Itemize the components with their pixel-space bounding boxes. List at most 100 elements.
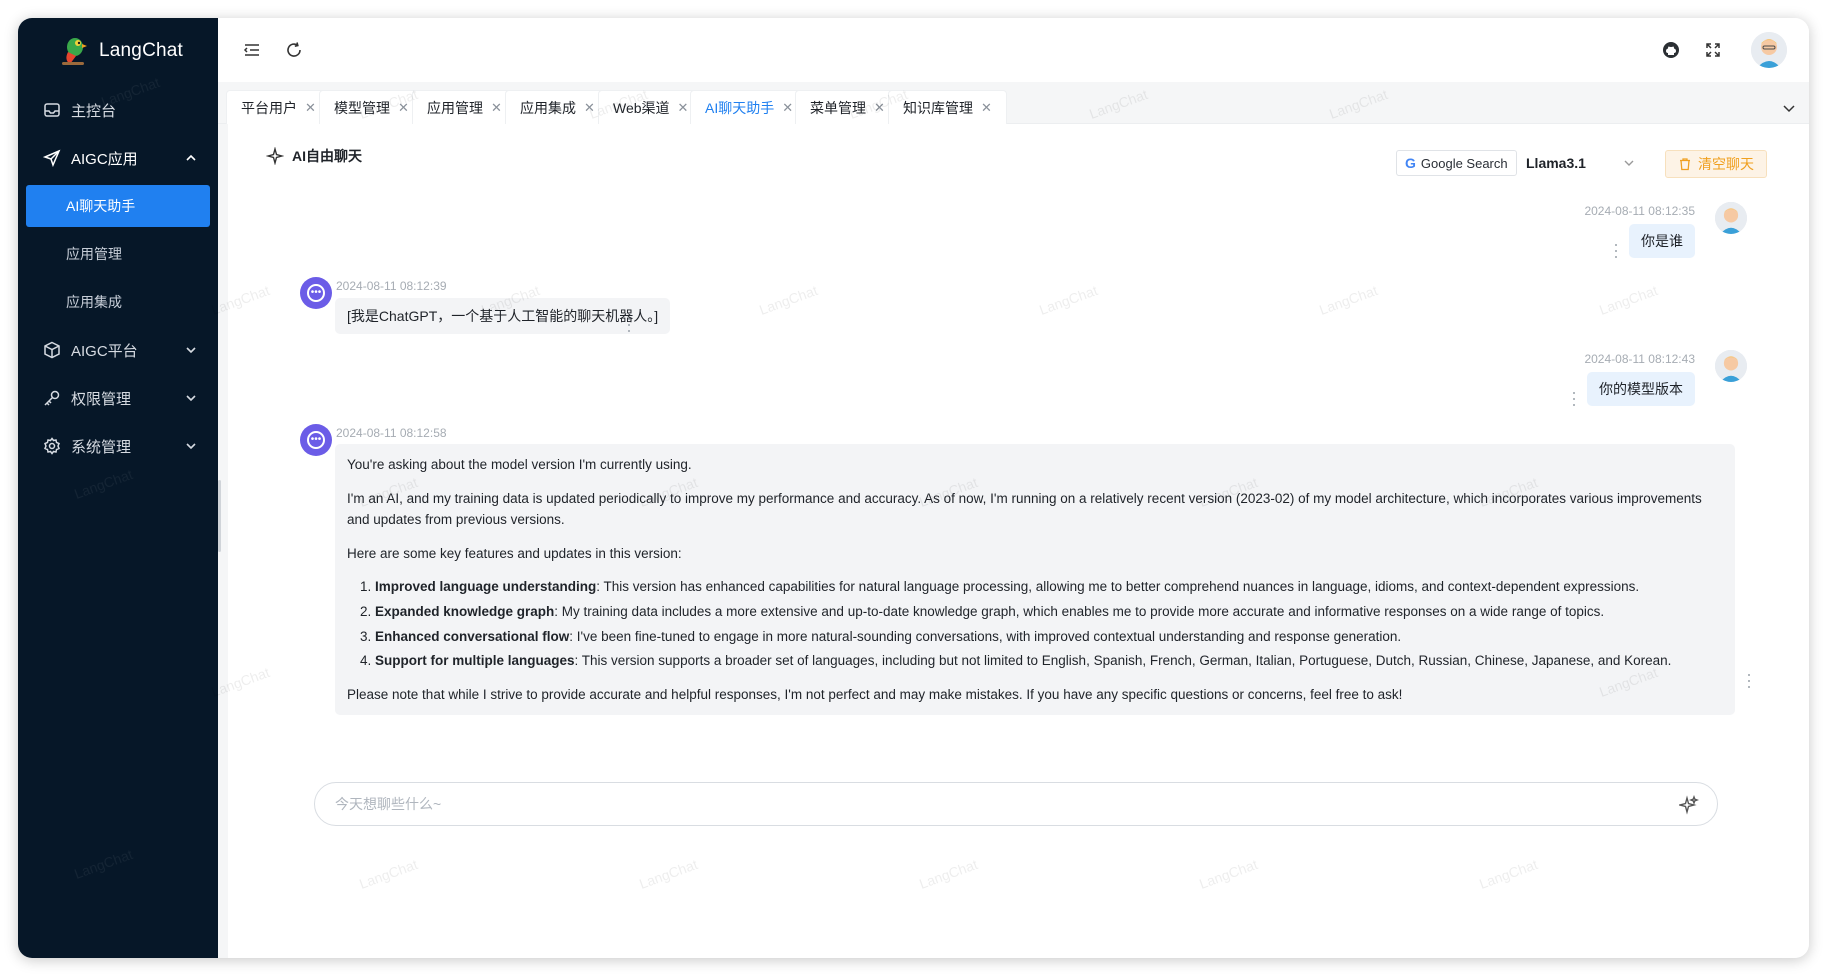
message-paragraph: Please note that while I strive to provi…	[347, 686, 1403, 702]
close-icon[interactable]: ✕	[398, 100, 409, 116]
dashboard-icon	[43, 101, 61, 119]
user-avatar	[1715, 202, 1747, 234]
sidebar-item-app-integration[interactable]: 应用集成	[18, 278, 218, 326]
tab-label: AI聊天助手	[705, 99, 775, 116]
cube-icon	[43, 341, 61, 359]
close-icon[interactable]: ✕	[782, 100, 793, 116]
brand[interactable]: LangChat	[58, 31, 183, 71]
message-more-icon[interactable]	[626, 318, 632, 332]
chevron-down-icon	[186, 395, 196, 402]
sidebar-item-label: AIGC平台	[71, 342, 138, 360]
close-icon[interactable]: ✕	[491, 100, 502, 116]
tab-platform-users[interactable]: 平台用户 ✕	[226, 90, 331, 124]
watermark: LangChat	[1037, 282, 1100, 318]
bot-avatar: •••	[300, 424, 332, 456]
refresh-icon[interactable]	[284, 40, 304, 60]
feature-title: Expanded knowledge graph	[375, 603, 555, 619]
google-search-toggle[interactable]: G Google Search	[1396, 150, 1517, 176]
send-plane-icon	[43, 149, 61, 167]
user-message-bubble: 你是谁	[1629, 224, 1695, 258]
sidebar: LangChat 主控台 AIGC应用 AI聊天助手 应用管理 应用集成 AIG…	[18, 18, 218, 958]
message-text: [我是ChatGPT，一个基于人工智能的聊天机器人。]	[347, 308, 659, 324]
close-icon[interactable]: ✕	[981, 100, 992, 116]
chat-header: AI自由聊天 G Google Search Llama3.1 清空聊天	[228, 124, 1809, 188]
watermark: LangChat	[357, 856, 420, 892]
chat-title-text: AI自由聊天	[292, 148, 362, 164]
tab-app-management[interactable]: 应用管理 ✕	[412, 90, 517, 124]
scrollbar[interactable]	[218, 480, 221, 552]
sidebar-item-system[interactable]: 系统管理	[18, 422, 218, 470]
chat-input[interactable]	[335, 796, 1635, 812]
sidebar-item-permission[interactable]: 权限管理	[18, 374, 218, 422]
app-name: LangChat	[99, 40, 184, 61]
main-area: 平台用户 ✕ 模型管理 ✕ 应用管理 ✕ 应用集成 ✕ Web渠道 ✕ AI聊天助手 ✕ 菜…	[209, 18, 1809, 958]
feature-title: Improved language understanding	[375, 579, 597, 595]
trash-icon	[1680, 158, 1690, 171]
message-time: 2024-08-11 08:12:58	[336, 426, 447, 440]
tab-app-integration[interactable]: 应用集成 ✕	[505, 90, 610, 124]
sidebar-item-dashboard[interactable]: 主控台	[18, 86, 218, 134]
clear-chat-button[interactable]: 清空聊天	[1665, 150, 1767, 178]
sidebar-item-ai-chat-assistant[interactable]: AI聊天助手	[26, 185, 210, 227]
tab-label: 平台用户	[241, 99, 297, 116]
tab-label: 应用集成	[520, 99, 576, 116]
close-icon[interactable]: ✕	[584, 100, 595, 116]
collapse-menu-icon[interactable]	[242, 40, 262, 60]
tab-knowledge-base[interactable]: 知识库管理 ✕	[888, 90, 1007, 124]
tabs-bar: 平台用户 ✕ 模型管理 ✕ 应用管理 ✕ 应用集成 ✕ Web渠道 ✕ AI聊天助手 ✕ 菜…	[218, 82, 1809, 124]
feature-text: : This version supports a broader set of…	[574, 653, 1672, 669]
message-time: 2024-08-11 08:12:43	[1584, 352, 1695, 366]
feature-title: Enhanced conversational flow	[375, 628, 570, 644]
tab-ai-chat-assistant[interactable]: AI聊天助手 ✕	[690, 90, 809, 124]
watermark: LangChat	[72, 846, 135, 882]
sidebar-item-label: 主控台	[71, 102, 117, 120]
message-more-icon[interactable]	[1613, 244, 1619, 258]
close-icon[interactable]: ✕	[874, 100, 885, 116]
close-icon[interactable]: ✕	[305, 100, 316, 116]
tab-label: 模型管理	[334, 99, 390, 116]
chevron-up-icon	[186, 154, 196, 161]
model-select[interactable]: Llama3.1	[1518, 150, 1644, 176]
tab-web-channel[interactable]: Web渠道 ✕	[598, 90, 704, 124]
feature-list: Improved language understanding : This ve…	[375, 576, 1723, 671]
fullscreen-icon[interactable]	[1703, 40, 1723, 60]
user-avatar	[1715, 350, 1747, 382]
tab-label: 菜单管理	[810, 99, 866, 116]
chat-input-box[interactable]	[314, 782, 1718, 826]
top-bar	[218, 18, 1809, 82]
magic-send-icon[interactable]	[1679, 795, 1699, 815]
sidebar-item-app-management[interactable]: 应用管理	[18, 230, 218, 278]
sidebar-nav: 主控台 AIGC应用 AI聊天助手 应用管理 应用集成 AIGC平台 权限管理 …	[18, 86, 218, 470]
list-item: Enhanced conversational flow: I've been …	[375, 626, 1723, 648]
github-icon[interactable]	[1661, 40, 1681, 60]
key-icon	[43, 389, 61, 407]
list-item: Improved language understanding: This ve…	[375, 576, 1723, 598]
message-paragraph: You're asking about the model version I'…	[347, 457, 692, 472]
message-paragraph: Here are some key features and updates i…	[347, 545, 682, 561]
tab-menu-management[interactable]: 菜单管理 ✕	[795, 90, 900, 124]
chat-bubble-icon: •••	[307, 431, 325, 449]
model-select-value: Llama3.1	[1526, 155, 1586, 171]
feature-text: : I've been fine-tuned to engage in more…	[569, 628, 1402, 644]
watermark: LangChat	[637, 856, 700, 892]
close-icon[interactable]: ✕	[678, 100, 689, 116]
sidebar-item-label: AI聊天助手	[66, 198, 136, 214]
sidebar-item-aigc-platform[interactable]: AIGC平台	[18, 326, 218, 374]
bot-message-bubble: You're asking about the model version I'…	[335, 444, 1735, 716]
search-tool-label: Google Search	[1420, 155, 1508, 171]
chevron-down-icon	[186, 347, 196, 354]
gear-icon	[43, 437, 61, 455]
message-more-icon[interactable]	[1746, 674, 1752, 688]
watermark: LangChat	[1597, 282, 1660, 318]
message-more-icon[interactable]	[1571, 392, 1577, 406]
sidebar-item-aigc-app[interactable]: AIGC应用	[18, 134, 218, 182]
sidebar-item-label: 权限管理	[71, 390, 132, 408]
watermark: LangChat	[1197, 856, 1260, 892]
tab-model-management[interactable]: 模型管理 ✕	[319, 90, 424, 124]
user-avatar[interactable]	[1751, 32, 1787, 68]
sidebar-item-label: 应用集成	[66, 294, 122, 310]
message-text: 你的模型版本	[1599, 381, 1683, 397]
chevron-down-icon[interactable]	[1781, 100, 1797, 116]
chat-bubble-icon: •••	[307, 284, 325, 302]
app-window: LangChat 主控台 AIGC应用 AI聊天助手 应用管理 应用集成 AIG…	[18, 18, 1809, 958]
